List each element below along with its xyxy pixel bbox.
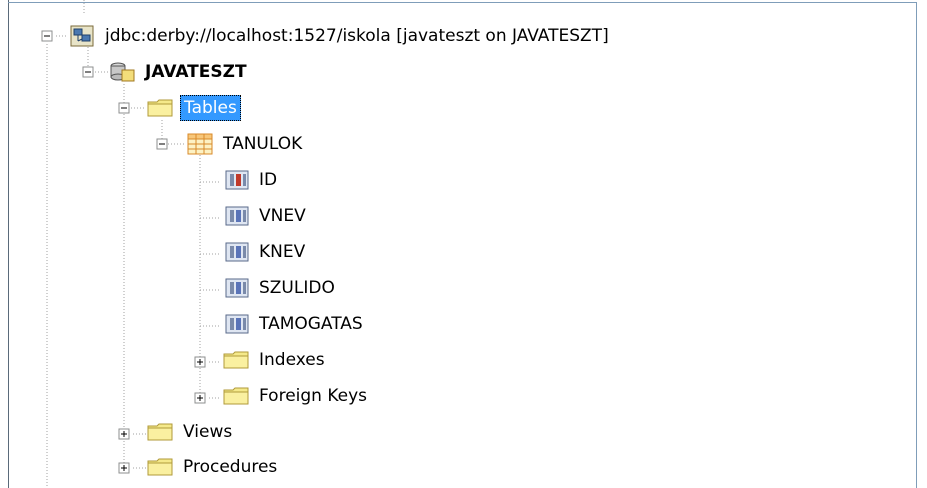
tree-node-label: JAVATESZT [145, 62, 247, 82]
folder-icon [147, 99, 173, 117]
tree-node-column-tamogatas[interactable]: TAMOGATAS [222, 309, 366, 339]
tree-node-label: Views [183, 422, 233, 442]
folder-icon [147, 458, 173, 476]
collapse-toggle-tables[interactable] [118, 102, 130, 114]
column-icon [225, 314, 249, 334]
tree-node-column-knev[interactable]: KNEV [222, 237, 308, 267]
folder-icon [223, 387, 249, 405]
tree-node-label: SZULIDO [259, 278, 335, 298]
tree-node-column-vnev[interactable]: VNEV [222, 201, 309, 231]
tree-node-table[interactable]: TANULOK [186, 129, 305, 159]
collapse-toggle-connection[interactable] [41, 30, 53, 42]
tree-node-tables[interactable]: Tables [146, 93, 241, 123]
schema-icon [110, 62, 135, 82]
tree-node-label: TANULOK [223, 134, 303, 154]
tree-node-label: KNEV [259, 242, 306, 262]
database-connection-icon [70, 25, 94, 47]
tree-node-label: Tables [180, 95, 241, 121]
folder-icon [223, 351, 249, 369]
expand-toggle-procedures[interactable] [118, 462, 130, 474]
collapse-toggle-table[interactable] [156, 138, 168, 150]
collapse-toggle-schema[interactable] [82, 66, 94, 78]
expand-toggle-foreign-keys[interactable] [194, 392, 206, 404]
tree-node-procedures[interactable]: Procedures [146, 452, 280, 482]
tree-node-views[interactable]: Views [146, 417, 235, 447]
tree-node-label: Procedures [183, 457, 278, 477]
tree-node-label: Indexes [259, 350, 325, 370]
folder-icon [147, 423, 173, 441]
tree-node-column-szulido[interactable]: SZULIDO [222, 273, 338, 303]
expand-toggle-indexes[interactable] [194, 356, 206, 368]
tree-node-label: TAMOGATAS [259, 314, 363, 334]
tree-node-connection[interactable]: jdbc:derby://localhost:1527/iskola [java… [68, 21, 612, 51]
primary-key-column-icon [225, 170, 249, 190]
tree-node-label: VNEV [259, 206, 306, 226]
tree-node-label: Foreign Keys [259, 386, 368, 406]
expand-toggle-views[interactable] [118, 428, 130, 440]
column-icon [225, 278, 249, 298]
tree-node-label: ID [259, 170, 278, 190]
tree-node-schema[interactable]: JAVATESZT [108, 57, 250, 87]
tree-node-label: jdbc:derby://localhost:1527/iskola [java… [105, 26, 609, 46]
tree-node-foreign-keys[interactable]: Foreign Keys [222, 381, 370, 411]
tree-node-indexes[interactable]: Indexes [222, 345, 328, 375]
column-icon [225, 242, 249, 262]
table-icon [187, 133, 213, 155]
column-icon [225, 206, 249, 226]
database-tree[interactable]: jdbc:derby://localhost:1527/iskola [java… [0, 0, 927, 488]
tree-node-column-id[interactable]: ID [222, 165, 280, 195]
